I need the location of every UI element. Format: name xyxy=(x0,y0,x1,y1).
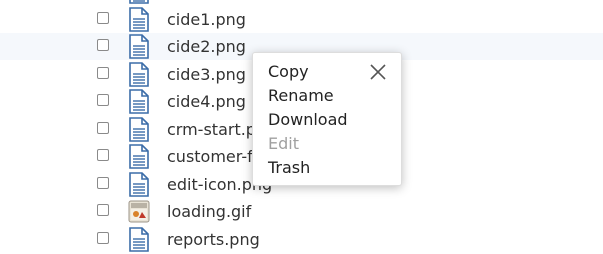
row-checkbox[interactable] xyxy=(97,232,109,244)
document-icon xyxy=(129,62,149,87)
file-name[interactable]: crm-start.p xyxy=(167,120,256,139)
file-name[interactable]: cide2.png xyxy=(167,37,246,56)
document-icon xyxy=(129,89,149,114)
file-row[interactable]: cide1.png xyxy=(0,6,603,33)
row-checkbox[interactable] xyxy=(97,177,109,189)
close-icon[interactable] xyxy=(367,61,389,83)
document-icon xyxy=(129,117,149,142)
document-icon xyxy=(129,0,149,4)
file-name[interactable]: cide3.png xyxy=(167,65,246,84)
document-icon xyxy=(129,7,149,32)
menu-item-download[interactable]: Download xyxy=(268,110,348,130)
row-checkbox[interactable] xyxy=(97,12,109,24)
document-icon xyxy=(129,34,149,59)
image-thumbnail-icon xyxy=(128,200,150,223)
row-checkbox[interactable] xyxy=(97,122,109,134)
menu-item-copy[interactable]: Copy xyxy=(268,62,309,82)
row-checkbox[interactable] xyxy=(97,204,109,216)
file-row[interactable]: loading.gif xyxy=(0,198,603,225)
file-name[interactable]: loading.gif xyxy=(167,202,251,221)
file-name[interactable]: cide4.png xyxy=(167,92,246,111)
file-name[interactable]: cide1.png xyxy=(167,10,246,29)
row-checkbox[interactable] xyxy=(97,94,109,106)
file-name[interactable]: reports.png xyxy=(167,230,260,249)
menu-item-trash[interactable]: Trash xyxy=(268,158,310,178)
row-checkbox[interactable] xyxy=(97,39,109,51)
document-icon xyxy=(129,172,149,197)
context-menu: Copy Rename Download Edit Trash xyxy=(252,52,402,186)
file-row-partial xyxy=(0,0,603,5)
document-icon xyxy=(129,227,149,252)
menu-item-edit: Edit xyxy=(268,134,299,153)
file-row[interactable]: reports.png xyxy=(0,226,603,253)
row-checkbox[interactable] xyxy=(97,67,109,79)
document-icon xyxy=(129,144,149,169)
menu-item-rename[interactable]: Rename xyxy=(268,86,334,106)
row-checkbox[interactable] xyxy=(97,149,109,161)
file-name[interactable]: customer-f xyxy=(167,147,253,166)
